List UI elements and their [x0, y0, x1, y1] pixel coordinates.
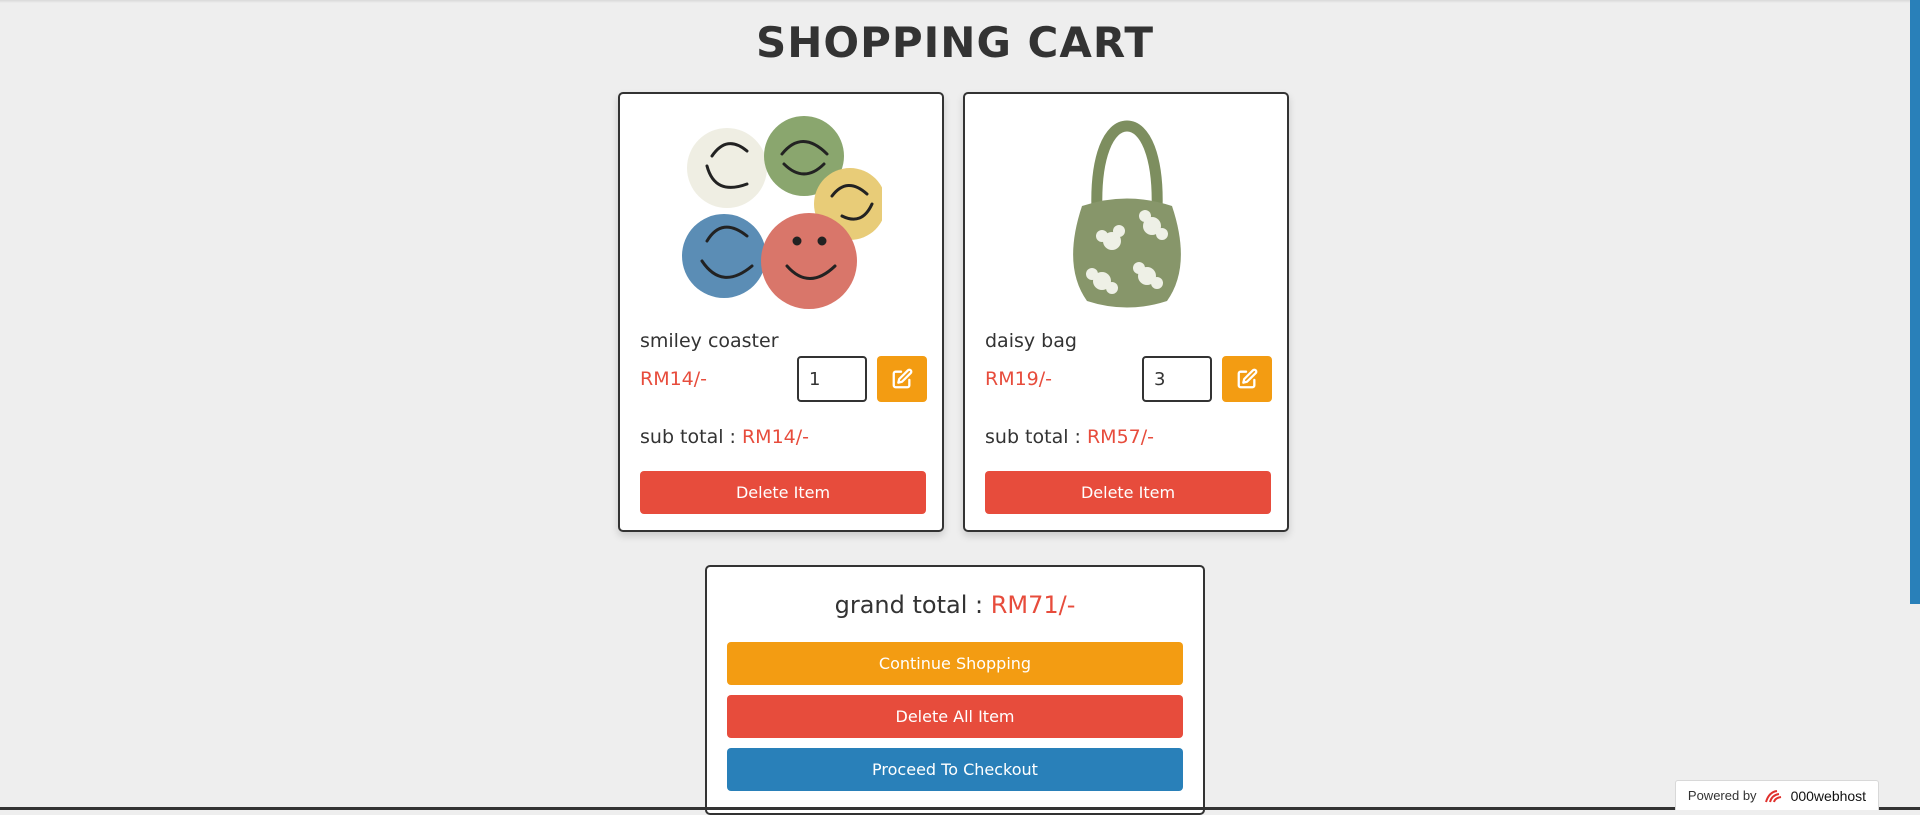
subtotal-value: RM57/- — [1086, 426, 1154, 448]
quantity-input[interactable] — [797, 356, 867, 402]
grand-total-label: grand total : — [834, 591, 991, 619]
product-name: smiley coaster — [640, 330, 779, 352]
checkout-button[interactable]: Proceed To Checkout — [727, 748, 1183, 791]
update-quantity-button[interactable] — [1222, 356, 1272, 402]
delete-item-button[interactable]: Delete Item — [985, 471, 1271, 514]
webhost-logo-icon — [1764, 789, 1781, 802]
quantity-input[interactable] — [1142, 356, 1212, 402]
item-subtotal: sub total : RM57/- — [985, 426, 1154, 448]
delete-item-button[interactable]: Delete Item — [640, 471, 926, 514]
delete-all-button[interactable]: Delete All Item — [727, 695, 1183, 738]
crochet-coasters-image — [682, 116, 882, 309]
scrollbar-thumb[interactable] — [1910, 0, 1920, 604]
powered-by-badge[interactable]: Powered by 000webhost — [1675, 780, 1879, 810]
powered-by-text: Powered by — [1687, 788, 1757, 803]
product-name: daisy bag — [985, 330, 1077, 352]
subtotal-label: sub total : — [985, 426, 1087, 448]
grand-total: grand total : RM71/- — [707, 591, 1203, 619]
cart-item-card: daisy bag RM19/- sub total : RM57/- Dele… — [963, 92, 1289, 532]
page-title: SHOPPING CART — [756, 18, 1154, 67]
item-subtotal: sub total : RM14/- — [640, 426, 809, 448]
product-price: RM19/- — [985, 368, 1053, 390]
continue-shopping-button[interactable]: Continue Shopping — [727, 642, 1183, 685]
subtotal-label: sub total : — [640, 426, 742, 448]
cart-item-card: smiley coaster RM14/- sub total : RM14/-… — [618, 92, 944, 532]
cart-summary: grand total : RM71/- Continue Shopping D… — [705, 565, 1205, 815]
crochet-bag-image — [1073, 120, 1181, 308]
webhost-brand: 000webhost — [1790, 787, 1867, 804]
edit-icon — [892, 368, 913, 389]
top-shadow — [0, 0, 1920, 3]
product-price: RM14/- — [640, 368, 708, 390]
update-quantity-button[interactable] — [877, 356, 927, 402]
edit-icon — [1237, 368, 1258, 389]
grand-total-value: RM71/- — [990, 591, 1076, 619]
subtotal-value: RM14/- — [741, 426, 809, 448]
